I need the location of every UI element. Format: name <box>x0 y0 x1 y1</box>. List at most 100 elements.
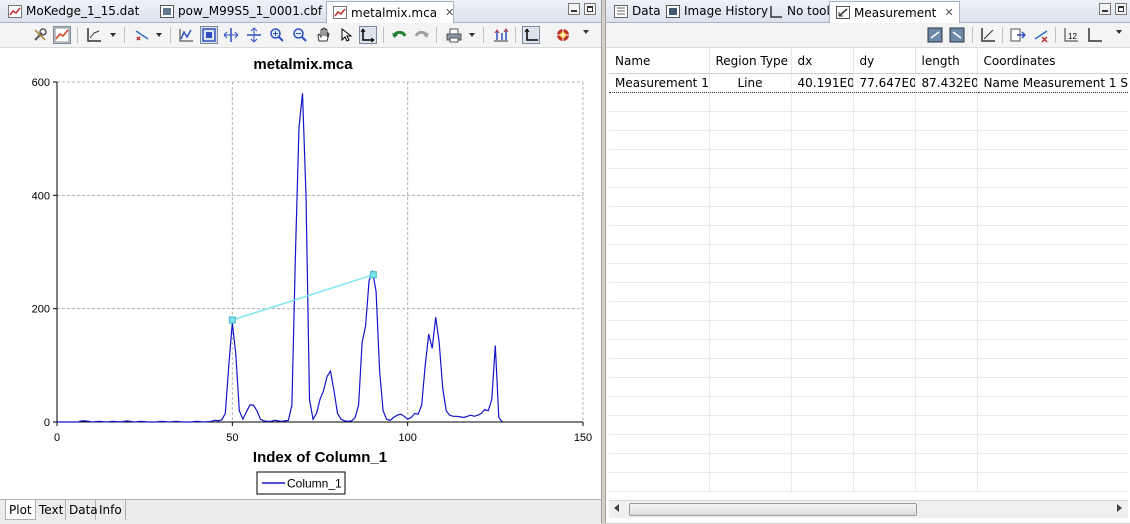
settings-tools-icon[interactable] <box>31 26 49 44</box>
autoscale-icon[interactable] <box>177 26 195 44</box>
scroll-right-icon[interactable] <box>1117 504 1122 512</box>
measurement-table[interactable]: Name Region Type dx dy length Coordinate… <box>609 49 1128 499</box>
empty-cell <box>609 263 710 283</box>
maximize-button[interactable] <box>584 3 596 15</box>
empty-cell <box>853 320 916 340</box>
column-header-coordinates[interactable]: Coordinates <box>977 49 1128 74</box>
close-icon[interactable]: ✕ <box>445 6 454 19</box>
cell-name[interactable]: Measurement 1 <box>609 72 710 93</box>
plot-area[interactable]: metalmix.mca 0 200 400 600 0 50 100 150 Index o… <box>0 48 601 498</box>
axes-icon[interactable] <box>1086 26 1104 44</box>
view-menu-icon[interactable] <box>1116 30 1122 34</box>
empty-cell <box>977 434 1128 454</box>
tab-plot[interactable]: Plot <box>5 500 36 520</box>
chevron-down-icon[interactable] <box>110 33 116 37</box>
peak-markers-icon[interactable] <box>492 26 510 44</box>
tab-text[interactable]: Text <box>36 500 66 520</box>
zoom-out-icon[interactable] <box>291 26 309 44</box>
empty-cell <box>977 396 1128 416</box>
pan-hand-icon[interactable] <box>314 26 332 44</box>
table-row[interactable]: Measurement 1 Line 40.191E0 77.647E0 87.… <box>609 72 1128 93</box>
measurement-handle-start <box>228 316 236 324</box>
chevron-down-icon[interactable] <box>156 33 162 37</box>
axes: 0 200 400 600 0 50 100 150 <box>32 77 593 444</box>
tab-data[interactable]: Data <box>66 500 98 520</box>
toolbar-separator <box>515 27 516 43</box>
empty-cell <box>853 225 916 245</box>
cell-coordinates[interactable]: Name Measurement 1 Start <box>977 72 1128 93</box>
vertical-zoom-icon[interactable] <box>245 26 263 44</box>
empty-cell <box>853 149 916 169</box>
zoom-box-icon[interactable] <box>200 26 218 44</box>
column-header-length[interactable]: length <box>915 49 978 74</box>
horizontal-scrollbar[interactable] <box>609 500 1128 518</box>
empty-cell <box>915 453 978 473</box>
axis-lock-icon[interactable] <box>522 26 540 44</box>
empty-cell <box>977 244 1128 264</box>
scroll-left-icon[interactable] <box>614 504 619 512</box>
copy-to-icon[interactable] <box>1009 26 1027 44</box>
export-regions-icon[interactable] <box>948 26 966 44</box>
minimize-button[interactable] <box>1099 3 1111 15</box>
empty-cell <box>853 111 916 131</box>
empty-cell <box>709 453 792 473</box>
maximize-button[interactable] <box>1115 3 1127 15</box>
number-format-icon[interactable]: 12 <box>1062 26 1080 44</box>
empty-cell <box>853 301 916 321</box>
tab-measurement[interactable]: Measurement ✕ <box>829 1 960 23</box>
window-controls <box>1099 3 1127 15</box>
undo-icon[interactable] <box>390 26 408 44</box>
empty-cell <box>915 206 978 226</box>
zoom-in-icon[interactable] <box>268 26 286 44</box>
empty-cell <box>977 130 1128 150</box>
empty-cell <box>853 377 916 397</box>
view-menu-icon[interactable] <box>583 30 589 34</box>
empty-cell <box>609 453 710 473</box>
empty-cell <box>609 130 710 150</box>
empty-cell <box>915 187 978 207</box>
tab-no-tool[interactable]: No tool <box>763 1 830 21</box>
empty-cell <box>853 263 916 283</box>
cell-dy[interactable]: 77.647E0 <box>853 72 916 93</box>
empty-cell <box>609 339 710 359</box>
line-trace-icon[interactable] <box>53 26 71 44</box>
import-regions-icon[interactable] <box>926 26 944 44</box>
pointer-select-icon[interactable] <box>337 26 355 44</box>
empty-cell <box>791 358 854 378</box>
scrollbar-thumb[interactable] <box>629 503 917 516</box>
tab-metalmix[interactable]: metalmix.mca ✕ <box>326 1 454 23</box>
delete-region-icon[interactable] <box>1032 26 1050 44</box>
scatter-plot-icon[interactable] <box>133 26 151 44</box>
empty-table-row <box>609 244 1128 264</box>
column-header-dx[interactable]: dx <box>791 49 854 74</box>
horizontal-zoom-icon[interactable] <box>222 26 240 44</box>
tab-data-view[interactable]: Data <box>608 1 661 21</box>
line-chart[interactable]: metalmix.mca 0 200 400 600 0 50 100 150 Index o… <box>0 48 601 498</box>
tab-pow[interactable]: pow_M99S5_1_0001.cbf <box>154 1 324 21</box>
plot-editor-panel: MoKedge_1_15.dat pow_M99S5_1_0001.cbf me… <box>0 0 602 524</box>
tab-mokedge[interactable]: MoKedge_1_15.dat <box>2 1 152 21</box>
measure-line-icon[interactable] <box>979 26 997 44</box>
tab-info[interactable]: Info <box>96 500 126 520</box>
redo-icon[interactable] <box>413 26 431 44</box>
print-icon[interactable] <box>445 26 463 44</box>
minimize-button[interactable] <box>568 3 580 15</box>
column-header-dy[interactable]: dy <box>853 49 916 74</box>
column-header-region-type[interactable]: Region Type <box>709 49 792 74</box>
close-icon[interactable]: ✕ <box>944 6 953 19</box>
legend[interactable]: Column_1 <box>256 471 346 495</box>
axis-config-icon[interactable] <box>85 26 103 44</box>
x-axis-label: Index of Column_1 <box>253 449 387 466</box>
axes-origin-icon[interactable] <box>359 26 377 44</box>
color-map-icon[interactable] <box>554 26 572 44</box>
empty-cell <box>609 244 710 264</box>
cell-length[interactable]: 87.432E0 <box>915 72 978 93</box>
empty-cell <box>977 92 1128 112</box>
empty-cell <box>609 434 710 454</box>
cell-region-type[interactable]: Line <box>709 72 792 93</box>
column-header-name[interactable]: Name <box>609 49 710 74</box>
cell-dx[interactable]: 40.191E0 <box>791 72 854 93</box>
chevron-down-icon[interactable] <box>469 33 475 37</box>
tab-image-history[interactable]: Image History <box>660 1 768 21</box>
measurement-handle-end <box>369 271 377 279</box>
